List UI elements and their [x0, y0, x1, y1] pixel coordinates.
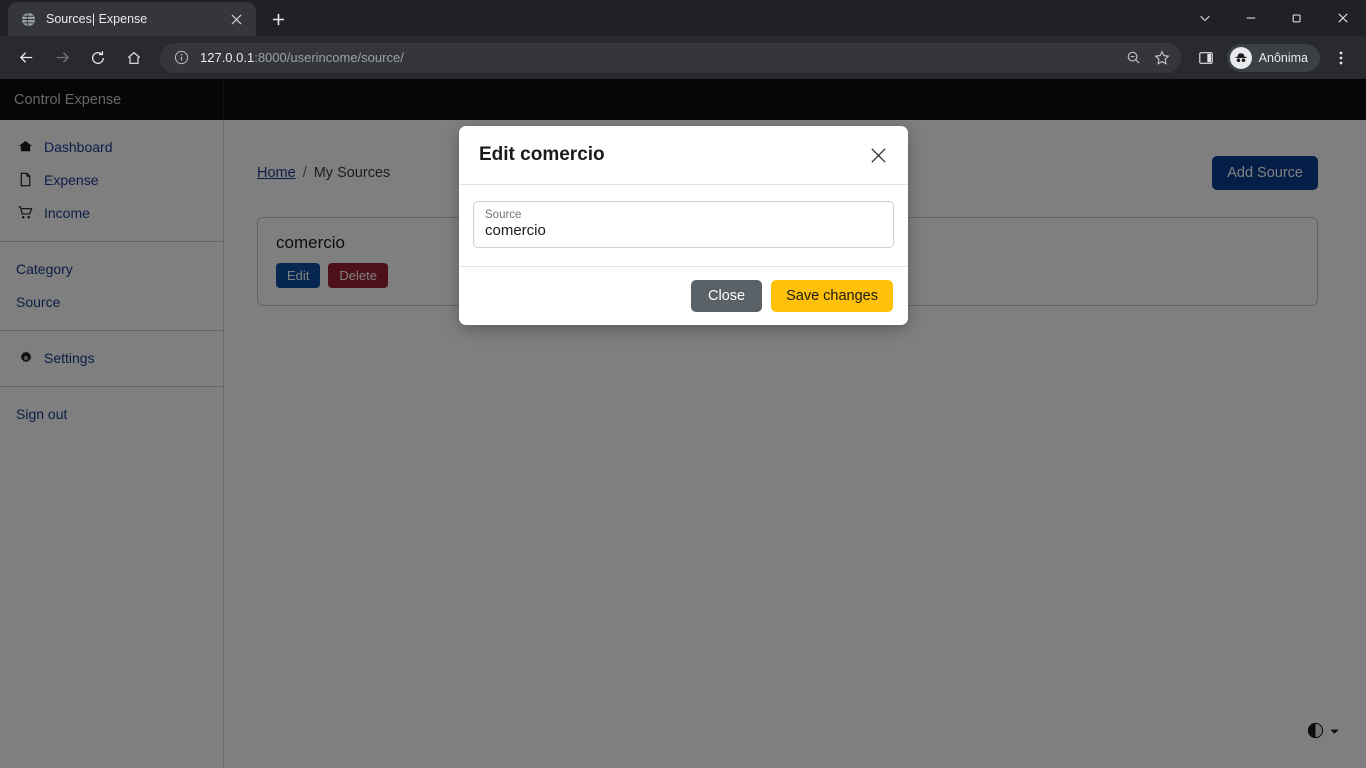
modal-title: Edit comercio — [479, 144, 605, 165]
reload-icon[interactable] — [83, 43, 113, 73]
minimize-icon[interactable] — [1228, 0, 1274, 36]
address-bar[interactable]: 127.0.0.1:8000/userincome/source/ — [160, 42, 1181, 73]
globe-icon — [20, 11, 36, 27]
tab-strip: Sources| Expense — [0, 0, 1366, 36]
restore-icon[interactable] — [1274, 0, 1320, 36]
close-x-icon[interactable] — [865, 142, 891, 168]
tab-close-icon[interactable] — [226, 9, 246, 29]
source-input-wrapper[interactable]: Source comercio — [473, 201, 894, 248]
search-zoom-icon[interactable] — [1121, 45, 1147, 71]
url-path: :8000/userincome/source/ — [254, 50, 404, 65]
source-input-label: Source — [485, 209, 522, 221]
home-icon[interactable] — [119, 43, 149, 73]
tab-title: Sources| Expense — [46, 12, 148, 26]
address-bar-url: 127.0.0.1:8000/userincome/source/ — [200, 50, 1119, 65]
forward-arrow-icon[interactable] — [47, 43, 77, 73]
incognito-hat-icon — [1229, 46, 1252, 69]
star-icon[interactable] — [1149, 45, 1175, 71]
chevron-down-icon[interactable] — [1182, 0, 1228, 36]
toolbar-right: Anônima — [1189, 43, 1358, 73]
new-tab-button[interactable] — [264, 5, 292, 33]
browser-window: Sources| Expense 127.0.0.1:8000/userinco… — [0, 0, 1366, 768]
edit-source-modal: Edit comercio Source comercio Close Save… — [459, 126, 908, 325]
modal-save-changes-button[interactable]: Save changes — [771, 280, 893, 312]
modal-close-button[interactable]: Close — [691, 280, 763, 312]
browser-toolbar: 127.0.0.1:8000/userincome/source/ Anônim… — [0, 36, 1366, 79]
source-input[interactable]: comercio — [485, 222, 882, 239]
browser-tab[interactable]: Sources| Expense — [8, 2, 256, 36]
incognito-profile-chip[interactable]: Anônima — [1226, 43, 1320, 72]
info-circle-icon[interactable] — [172, 49, 190, 67]
modal-footer: Close Save changes — [459, 266, 908, 325]
three-dots-vertical-icon[interactable] — [1326, 43, 1356, 73]
modal-header: Edit comercio — [459, 126, 908, 185]
side-panel-icon[interactable] — [1191, 43, 1221, 73]
incognito-label: Anônima — [1258, 50, 1308, 65]
back-arrow-icon[interactable] — [11, 43, 41, 73]
modal-body: Source comercio — [459, 185, 908, 266]
url-host: 127.0.0.1 — [200, 50, 255, 65]
close-icon[interactable] — [1320, 0, 1366, 36]
window-controls — [1182, 0, 1366, 36]
